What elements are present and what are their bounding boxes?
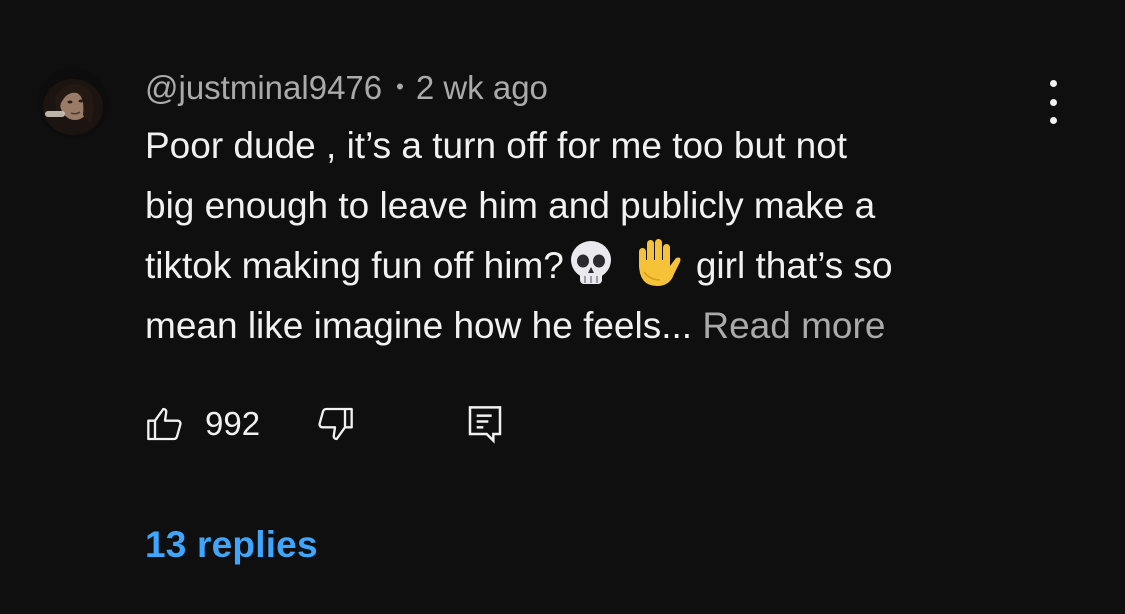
reply-comment-icon (468, 406, 502, 444)
view-replies-link[interactable]: 13 replies (145, 524, 318, 566)
read-more-link[interactable]: Read more (702, 305, 885, 346)
like-count: 992 (205, 405, 261, 442)
reply-button[interactable] (465, 400, 505, 448)
comment-line-text: mean like imagine how he feels... (145, 305, 693, 346)
comment-line: big enough to leave him and publicly mak… (145, 185, 876, 226)
skull-emoji-icon (564, 236, 618, 290)
avatar[interactable] (37, 67, 109, 139)
comment-meta: @justminal9476 • 2 wk ago (145, 68, 548, 108)
thumbs-down-icon (318, 407, 353, 441)
comment-line-text: girl that’s so (695, 245, 893, 286)
avatar-image (37, 67, 109, 139)
vertical-ellipsis-icon (1049, 80, 1057, 87)
comment-line-text: tiktok making fun off him? (145, 245, 564, 286)
meta-separator: • (396, 74, 404, 99)
comment-line: mean like imagine how he feels... Read m… (145, 296, 1045, 356)
dislike-button[interactable] (315, 400, 355, 448)
comment-timestamp: 2 wk ago (415, 69, 548, 106)
raised-hand-emoji-icon (630, 236, 684, 290)
comment-line: Poor dude , it’s a turn off for me too b… (145, 125, 848, 166)
comment-line: tiktok making fun off him? girl that’s s… (145, 236, 1045, 296)
thumbs-up-icon (147, 407, 182, 441)
like-button[interactable]: 992 (145, 400, 260, 448)
author-handle[interactable]: @justminal9476 (145, 69, 382, 107)
comment-body: Poor dude , it’s a turn off for me too b… (145, 116, 1045, 356)
